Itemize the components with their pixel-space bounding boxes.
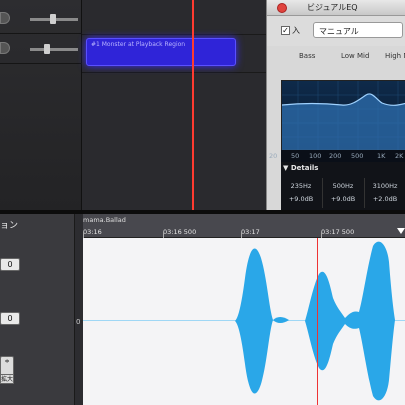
freq-label: 1K [377,152,386,160]
band-label-high-mid: High M [385,52,405,60]
details-panel: ▼ Details 235Hz +9.0dB 500Hz +9.0dB 3100… [281,162,405,210]
inspector-title: ョン [0,221,19,231]
track-headers [0,0,82,210]
detail-gain: +9.0dB [330,195,356,203]
playhead-line[interactable] [317,238,318,405]
band-label-bass: Bass [299,52,316,60]
region-label: #1 Monster at Playback Region [91,41,186,48]
waveform [83,241,405,401]
region-name-tab[interactable]: mama.Ballad [83,216,126,224]
fader-thumb[interactable] [50,14,56,24]
ruler-time: 03:17 [241,228,260,236]
detail-freq: 235Hz [290,182,312,190]
ruler-time: 03:17 500 [321,228,355,236]
eq-curve-line [281,93,405,106]
knob-icon[interactable] [0,12,10,24]
eq-window: ビジュアルEQ ✓ 入 マニュアル Bass Low Mid High M [266,0,405,210]
eq-curve-svg [281,81,405,151]
freq-label: 2K [395,152,404,160]
enable-checkbox[interactable]: ✓ [281,26,290,35]
preset-select[interactable]: マニュアル [313,22,403,38]
waveform-editor[interactable] [83,238,405,405]
arrange-area[interactable]: #1 Monster at Playback Region [82,0,266,210]
value-field-1[interactable]: 0 [0,258,20,271]
ruler-time: 03:16 [83,228,102,236]
lane-divider [82,34,266,35]
fader-thumb[interactable] [44,44,50,54]
enable-label: 入 [292,26,300,35]
playhead-marker-icon[interactable] [397,228,405,234]
frequency-axis: 20 50 100 200 500 1K 2K [269,150,405,162]
track-row-1[interactable] [0,4,82,34]
timeline-ruler[interactable]: mama.Ballad 03:16 03:16 500 03:17 03:17 … [83,214,405,238]
detail-freq: 500Hz [332,182,354,190]
eq-curve-fill [282,94,405,151]
detail-gain: +2.0dB [372,195,398,203]
eq-curve-graph[interactable] [281,80,405,151]
freq-label: 100 [309,152,322,160]
ruler-time: 03:16 500 [163,228,197,236]
knob-icon[interactable] [0,42,10,54]
freq-label: 50 [291,152,300,160]
waveform-svg [83,241,405,401]
detail-freq: 3100Hz [372,182,398,190]
lane-divider [82,72,266,73]
app-window: #1 Monster at Playback Region ビジュアルEQ ✓ … [0,0,405,405]
track-row-2[interactable] [0,34,82,64]
gutter-value: 0 [76,318,81,326]
audio-region[interactable]: #1 Monster at Playback Region [86,38,236,66]
detail-divider [322,178,323,208]
playhead[interactable] [192,0,194,210]
freq-label: 500 [351,152,364,160]
fader-icon[interactable] [30,48,78,51]
stepper-control[interactable]: ≑ [0,356,14,376]
band-label-low-mid: Low Mid [341,52,370,60]
value-field-2[interactable]: 0 [0,312,20,325]
detail-gain: +9.0dB [288,195,314,203]
eq-title: ビジュアルEQ [307,3,358,12]
freq-label: 20 [269,152,278,160]
band-labels: Bass Low Mid High M [267,52,405,66]
editor-gutter: 0 [75,214,83,405]
close-icon[interactable] [277,3,287,13]
zoom-field[interactable]: 拡大 [0,374,14,384]
detail-divider [364,178,365,208]
freq-label: 200 [329,152,342,160]
eq-titlebar[interactable]: ビジュアルEQ [267,0,405,16]
eq-controls: ✓ 入 マニュアル [267,16,405,46]
details-toggle[interactable]: ▼ Details [283,164,318,172]
